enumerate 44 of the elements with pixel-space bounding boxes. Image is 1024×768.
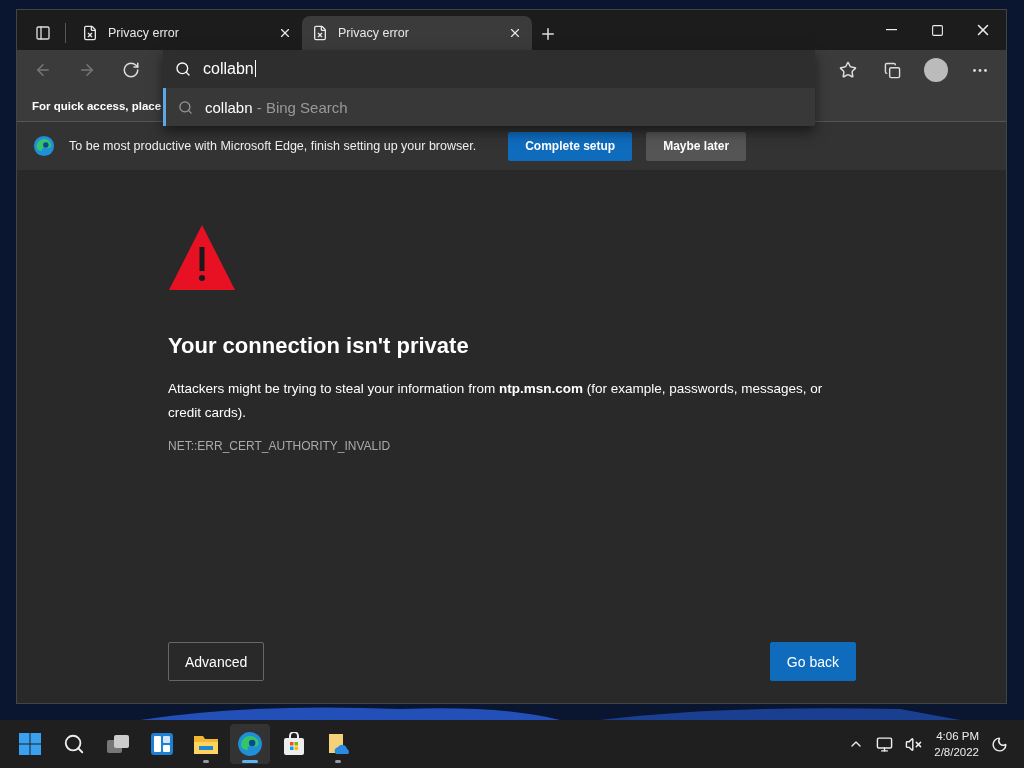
more-icon: [973, 68, 987, 72]
avatar-icon: [924, 58, 948, 82]
task-view-icon: [106, 733, 130, 755]
page-error-icon: [82, 25, 98, 41]
edge-logo-icon: [237, 731, 263, 757]
minimize-icon: [885, 29, 897, 31]
browser-tab[interactable]: Privacy error: [302, 16, 532, 50]
star-list-icon: [839, 61, 857, 79]
network-icon[interactable]: [876, 735, 894, 753]
go-back-button[interactable]: Go back: [769, 642, 856, 681]
search-icon: [175, 61, 191, 77]
error-heading: Your connection isn't private: [168, 333, 470, 359]
tab-actions-icon: [35, 25, 51, 41]
maybe-later-button[interactable]: Maybe later: [646, 131, 747, 161]
collections-icon: [883, 61, 901, 79]
windows-logo-icon: [18, 732, 42, 756]
widgets-icon: [150, 732, 174, 756]
store-bag-icon: [282, 732, 306, 756]
search-icon: [178, 99, 193, 115]
maximize-icon: [930, 23, 944, 37]
clock[interactable]: 4:06 PM 2/8/2022: [934, 728, 979, 760]
close-icon[interactable]: [508, 26, 522, 40]
warning-icon: [168, 223, 236, 291]
tab-title: Privacy error: [338, 26, 410, 40]
address-field[interactable]: collabn: [163, 50, 815, 88]
forward-arrow-icon: [78, 61, 96, 79]
refresh-icon: [122, 61, 140, 79]
edge-logo-icon: [33, 135, 55, 157]
setup-message: To be most productive with Microsoft Edge, finish setting up your browser.: [69, 139, 477, 153]
search-icon: [63, 733, 85, 755]
folder-cloud-icon: [326, 732, 350, 756]
page-error-icon: [312, 25, 328, 41]
folder-icon: [193, 733, 219, 755]
volume-muted-icon[interactable]: [905, 735, 923, 753]
tab-title: Privacy error: [108, 26, 180, 40]
advanced-button[interactable]: Advanced: [168, 642, 265, 681]
complete-setup-button[interactable]: Complete setup: [508, 131, 633, 161]
close-icon[interactable]: [278, 26, 292, 40]
favorites-bar-hint: For quick access, place: [32, 99, 162, 112]
plus-icon: [539, 25, 557, 43]
moon-icon[interactable]: [991, 735, 1008, 753]
error-description: Attackers might be trying to steal your information from ntp.msn.com (for example, passwords, messages, or credit cards).: [168, 380, 824, 422]
browser-tab[interactable]: Privacy error: [72, 16, 302, 50]
error-code: NET::ERR_CERT_AUTHORITY_INVALID: [168, 439, 392, 453]
